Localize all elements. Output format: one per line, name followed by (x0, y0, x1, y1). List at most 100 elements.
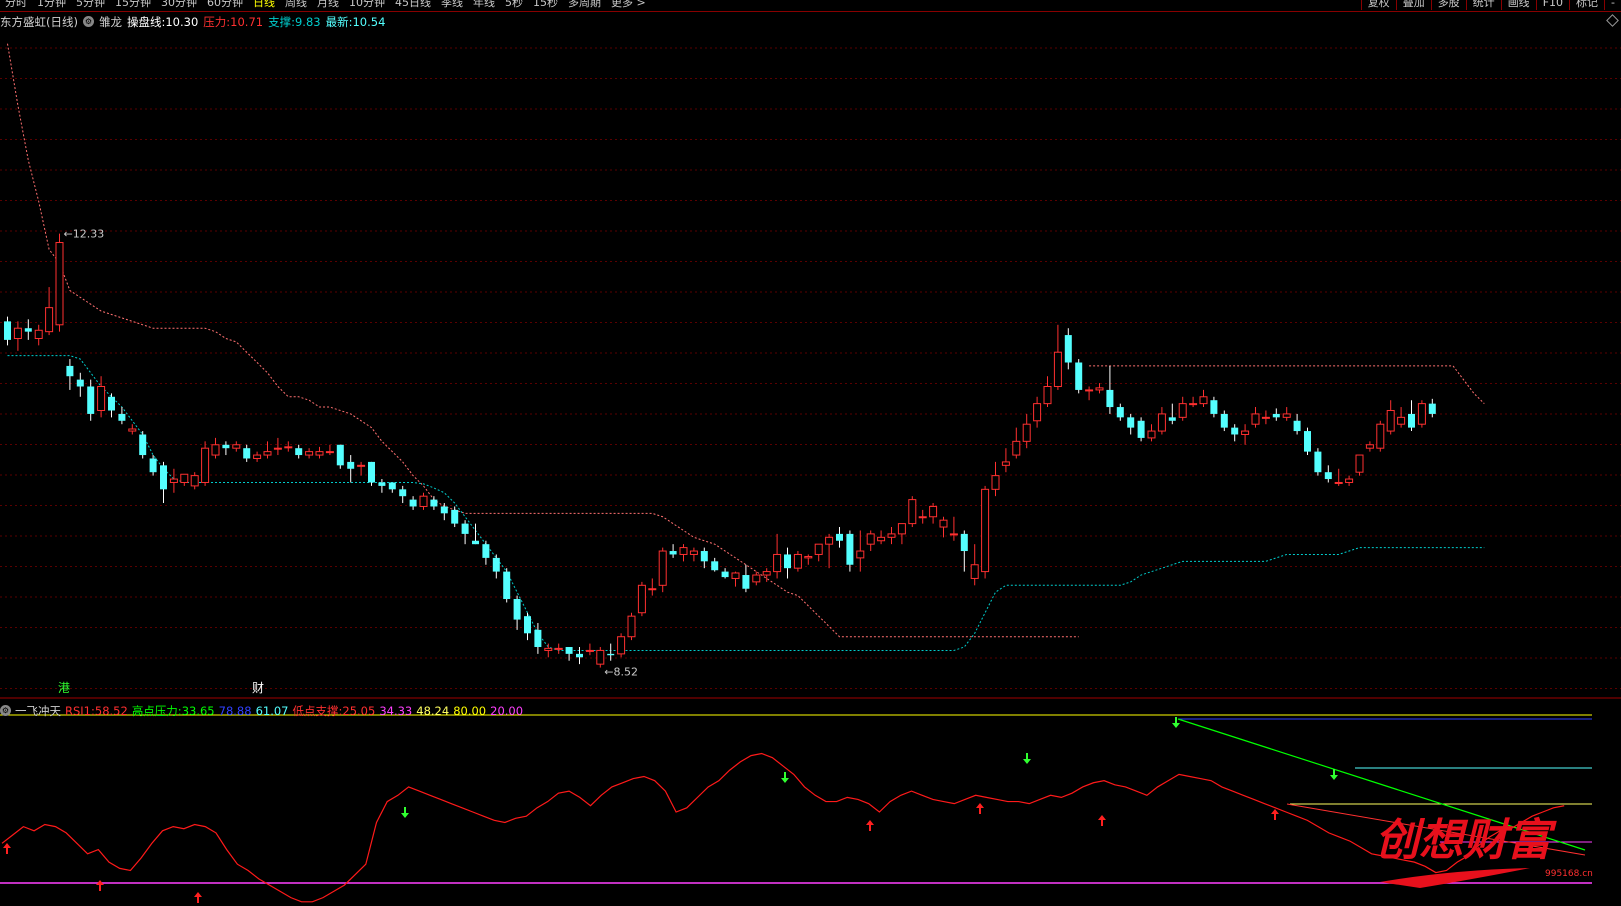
rsi-line (1, 752, 1565, 903)
candle-body-down (784, 554, 791, 569)
indicator-panel-name[interactable]: 一飞冲天 (15, 703, 61, 719)
candle-body-down (24, 328, 32, 332)
watermark-url: 995168.cn (1545, 869, 1593, 879)
rsi-value: 58.52 (94, 703, 128, 718)
candlestick-chart[interactable]: ←12.33 ←8.52 港 财创想财富 995168.cn (0, 0, 1621, 906)
candle-body-up (617, 636, 626, 655)
candle-body-up (887, 533, 896, 538)
candle-body-up (627, 615, 636, 638)
candle-body-down (472, 540, 479, 545)
candle-body-up (180, 473, 189, 483)
candle-body-down (118, 413, 126, 421)
candle-body-up (658, 550, 667, 586)
candle-body-up (596, 649, 605, 665)
candle-body-up (253, 454, 262, 459)
candle-body-down (1168, 417, 1176, 421)
support-line (7, 355, 1485, 651)
candle-body-up (201, 447, 210, 483)
candle-body-down (87, 386, 95, 414)
candle-body-up (679, 547, 688, 555)
indicator-settings-icon[interactable]: ⚙ (0, 705, 11, 716)
candle-body-up (1033, 403, 1042, 422)
high-pressure-value-2: 78.88 (218, 703, 252, 718)
candle-body-up (1397, 416, 1406, 425)
candle-body-up (1386, 409, 1395, 432)
candle-body-down (565, 647, 573, 654)
low-support-value-3: 48.24 (416, 703, 450, 718)
candle-body-up (1001, 461, 1010, 466)
candle-body-up (1417, 403, 1426, 425)
buy-arrow-icon (976, 803, 984, 814)
candle-body-down (1408, 413, 1415, 428)
candle-body-up (1376, 423, 1385, 449)
level-20: 20.00 (490, 703, 524, 718)
candle-body-down (336, 444, 344, 466)
candle-body-down (492, 557, 500, 572)
candle-body-up (939, 519, 948, 528)
candle-body-up (1345, 478, 1354, 483)
candle-body-down (1106, 389, 1114, 408)
buy-arrow-icon (96, 880, 104, 891)
candle-body-down (347, 461, 355, 469)
candle-body-up (877, 536, 886, 542)
candle-body-up (1178, 403, 1187, 418)
candle-body-down (222, 444, 230, 449)
candle-body-up (648, 588, 657, 591)
buy-arrow-icon (866, 820, 874, 831)
candle-body-up (752, 574, 761, 583)
candle-body-down (711, 561, 719, 571)
candle-body-down (368, 461, 375, 483)
candle-body-down (1324, 472, 1332, 480)
indicator-header: ⚙ 一飞冲天 RSI1: 58.52 高点压力: 33.65 78.88 61.… (0, 703, 527, 718)
candle-body-up (1053, 351, 1062, 387)
candle-body-up (918, 516, 927, 519)
low-support-value-1: 25.05 (342, 703, 376, 718)
candle-body-up (804, 556, 813, 559)
candle-body-down (607, 653, 615, 656)
candle-body-down (160, 465, 167, 490)
candle-body-down (295, 448, 303, 456)
candle-body-up (357, 464, 366, 467)
candle-body-up (866, 533, 875, 545)
candle-body-up (284, 446, 293, 449)
candle-body-up (315, 451, 324, 456)
candle-body-up (1199, 396, 1208, 405)
candle-body-down (66, 365, 74, 377)
candle-body-up (981, 488, 990, 573)
candle-body-up (1282, 413, 1291, 418)
high-price-label: ←12.33 (64, 228, 105, 241)
buy-arrow-icon (3, 843, 11, 854)
candle-body-up (169, 478, 178, 483)
candle-body-down (440, 506, 448, 514)
candle-body-up (773, 553, 782, 573)
candle-body-down (576, 653, 583, 658)
high-pressure-value-1: 33.65 (181, 703, 215, 718)
candle-body-down (482, 544, 490, 558)
candle-body-down (1231, 427, 1239, 435)
candle-body-down (1220, 413, 1228, 428)
candle-body-up (554, 647, 563, 650)
marker-gang: 港 (58, 681, 70, 695)
candle-body-down (1075, 362, 1083, 390)
candle-body-down (503, 571, 511, 600)
buy-arrow-icon (1098, 815, 1106, 826)
candle-body-down (108, 396, 115, 411)
candle-body-up (128, 428, 137, 432)
high-pressure-label: 高点压力: (131, 703, 182, 718)
candle-body-up (55, 242, 64, 326)
candle-body-up (908, 499, 917, 525)
candle-body-up (544, 647, 553, 651)
candle-body-up (419, 495, 428, 507)
candle-body-down (451, 509, 459, 524)
high-pressure-value-3: 61.07 (255, 703, 289, 718)
candle-body-up (1241, 430, 1250, 435)
low-support-label: 低点支撑: (292, 703, 343, 718)
candle-body-down (836, 533, 843, 541)
candle-body-up (1147, 430, 1156, 439)
candle-body-up (1189, 403, 1198, 406)
candle-body-up (305, 451, 314, 456)
candle-body-up (825, 536, 834, 545)
candle-body-down (742, 575, 750, 589)
candle-body-up (1261, 416, 1270, 419)
candle-body-down (243, 448, 251, 459)
